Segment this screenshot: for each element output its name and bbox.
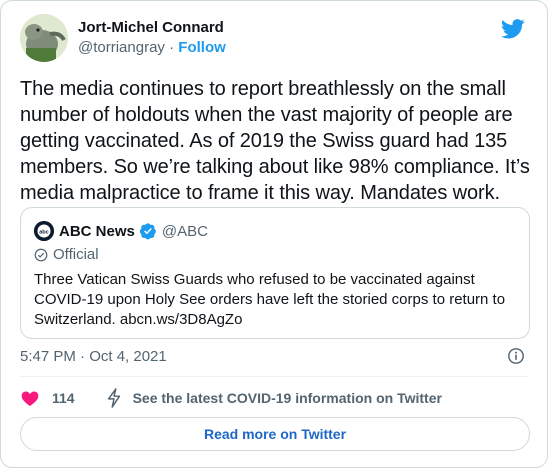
quoted-author-handle: @ABC (161, 222, 208, 240)
author-handle[interactable]: @torriangray (78, 39, 165, 56)
handle-separator: · (169, 39, 175, 56)
covid-info-link[interactable]: See the latest COVID-19 information on T… (133, 390, 442, 406)
quoted-author-name: ABC News (59, 222, 135, 240)
tweet-timestamp[interactable]: 5:47 PM · Oct 4, 2021 (20, 348, 167, 365)
lightning-bolt-icon (107, 388, 120, 408)
author-display-name[interactable]: Jort-Michel Connard (78, 18, 226, 38)
info-icon[interactable] (507, 347, 525, 365)
divider (20, 376, 528, 377)
like-count[interactable]: 114 (52, 390, 75, 406)
quoted-tweet[interactable]: abc ABC News @ABC Official Three Vatican… (20, 207, 530, 339)
tweet-actions: 114 See the latest COVID-19 information … (20, 388, 442, 408)
abc-news-avatar: abc (34, 221, 54, 241)
quoted-tweet-text: Three Vatican Swiss Guards who refused t… (34, 271, 506, 328)
svg-text:abc: abc (39, 229, 48, 235)
embedded-tweet-card: Jort-Michel Connard @torriangray · Follo… (0, 0, 548, 468)
avatar[interactable] (20, 14, 68, 62)
verified-badge-icon (139, 223, 156, 240)
heart-icon[interactable] (20, 388, 40, 408)
read-more-button[interactable]: Read more on Twitter (20, 417, 530, 451)
official-badge-icon (34, 248, 48, 261)
official-label: Official (53, 246, 99, 263)
follow-button[interactable]: Follow (178, 39, 226, 56)
tweet-header: Jort-Michel Connard @torriangray · Follo… (20, 14, 226, 62)
tweet-text: The media continues to report breathless… (20, 78, 530, 204)
twitter-bird-icon[interactable] (501, 19, 525, 39)
official-label-row: Official (34, 246, 99, 263)
